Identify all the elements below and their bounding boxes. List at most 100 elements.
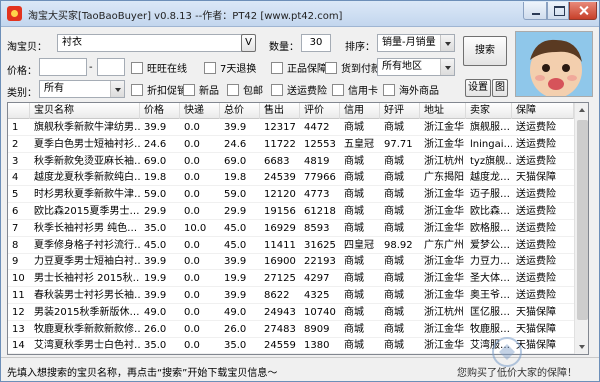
cell-price: 35.0 xyxy=(144,340,167,352)
table-row[interactable]: 13 牧鹿夏秋季新款新款修… 26.0 0.0 26.0 27483 8909 商城 商城 浙江金… xyxy=(8,322,574,338)
search-button[interactable]: 搜索 xyxy=(463,36,507,66)
minimize-button[interactable] xyxy=(523,2,547,20)
cell-total: 59.0 xyxy=(224,189,247,201)
checkbox-box[interactable] xyxy=(227,83,239,96)
cell-rating: 商城 xyxy=(384,122,404,133)
table-row[interactable]: 14 艾湾夏秋季男士白色衬… 35.0 0.0 35.0 24559 1380 商城 商城 浙江金… xyxy=(8,338,574,354)
table-row[interactable]: 6 欧比森2015夏季男士… 29.9 0.0 29.9 19156 61218 商城 商城 浙江… xyxy=(8,204,574,220)
checkbox-box[interactable] xyxy=(325,61,337,74)
checkbox-wangwang-online[interactable]: 旺旺在线 xyxy=(131,60,187,75)
cell-shipping: 0.0 xyxy=(184,273,200,285)
table-row[interactable]: 10 男士长袖衬衫 2015秋… 19.9 0.0 19.9 27125 4297 商城 商城 浙… xyxy=(8,271,574,288)
cell-address: 浙江金华 xyxy=(424,138,464,150)
checkbox-genuine-guarantee[interactable]: 正品保障 xyxy=(271,60,327,75)
column-header-index[interactable] xyxy=(8,103,30,119)
scroll-up-icon[interactable] xyxy=(575,103,588,118)
scroll-thumb[interactable] xyxy=(577,120,588,320)
checkbox-free-shipping[interactable]: 包邮 xyxy=(227,82,263,97)
cell-reviews: 4325 xyxy=(304,290,330,301)
scroll-down-icon[interactable] xyxy=(575,339,588,354)
checkbox-box[interactable] xyxy=(131,83,143,96)
checkbox-label: 送运费险 xyxy=(287,86,327,97)
table-row[interactable]: 7 秋季长袖衬衫男 纯色… 35.0 10.0 45.0 16929 8593 商城 商城 浙江金… xyxy=(8,221,574,237)
cell-rating: 商城 xyxy=(384,323,404,335)
image-button[interactable]: 图 xyxy=(492,79,508,97)
checkbox-box[interactable] xyxy=(204,61,216,74)
checkbox-shipping-insurance[interactable]: 送运费险 xyxy=(271,82,327,97)
checkbox-cash-on-delivery[interactable]: 货到付款 xyxy=(325,60,381,75)
checkbox-overseas[interactable]: 海外商品 xyxy=(383,82,439,97)
table-row[interactable]: 9 力豆夏季男士短袖白衬… 39.9 0.0 39.9 16900 22193 商城 商城 浙江金… xyxy=(8,254,574,271)
quantity-input[interactable]: 30 xyxy=(301,34,331,52)
cell-credit: 商城 xyxy=(344,273,364,285)
cell-credit: 商城 xyxy=(344,256,364,268)
cell-name: 男装2015秋季新版休… xyxy=(34,306,140,318)
column-header-total[interactable]: 总价 xyxy=(220,103,260,119)
cell-price: 26.0 xyxy=(144,323,167,335)
table-row[interactable]: 11 春秋装男士衬衫男长袖… 39.9 0.0 39.9 8622 4325 商城 商城 浙江金华… xyxy=(8,288,574,304)
column-header-price[interactable]: 价格 xyxy=(140,103,180,119)
column-header-credit[interactable]: 信用 xyxy=(340,103,380,119)
category-select[interactable]: 所有 xyxy=(39,80,125,98)
cell-name: 时杉男秋夏季新款牛津… xyxy=(34,189,140,201)
column-header-seller[interactable]: 卖家 xyxy=(466,103,512,119)
checkbox-credit-card[interactable]: 信用卡 xyxy=(332,82,378,97)
table-row[interactable]: 8 夏季修身格子衬衫流行… 45.0 0.0 45.0 11411 31625 四皇冠 98.9… xyxy=(8,238,574,254)
history-v-button[interactable]: V xyxy=(241,34,256,52)
sort-select[interactable]: 销量-月销量 xyxy=(377,34,455,52)
price-max-input[interactable] xyxy=(97,58,125,76)
cell-total: 19.8 xyxy=(224,172,247,184)
cell-shipping: 0.0 xyxy=(184,206,200,217)
cell-address: 浙江金华 xyxy=(424,222,464,234)
column-header-reviews[interactable]: 评价 xyxy=(300,103,340,119)
checkbox-new[interactable]: 新品 xyxy=(183,82,219,97)
table-row[interactable]: 12 男装2015秋季新版休… 49.0 0.0 49.0 24943 10740 商城 商城 浙… xyxy=(8,305,574,321)
results-grid[interactable]: 宝贝名称 价格 快递 总价 售出 评价 信用 好评 地址 卖家 保障 1 旗舰秋季新款牛津纺男… 39.… xyxy=(7,102,589,355)
cell-shipping: 0.0 xyxy=(184,340,200,352)
checkbox-box[interactable] xyxy=(271,83,283,96)
cell-total: 39.9 xyxy=(224,122,247,133)
column-header-rating[interactable]: 好评 xyxy=(380,103,420,119)
checkbox-box[interactable] xyxy=(131,61,143,74)
cell-guarantee: 送运费险 xyxy=(516,206,556,217)
checkbox-discount[interactable]: 折扣促销 xyxy=(131,82,187,97)
cell-shipping: 0.0 xyxy=(184,155,200,167)
table-row[interactable]: 3 秋季新款免烫亚麻长袖… 69.0 0.0 69.0 6683 4819 商城 商城 浙江杭州 t… xyxy=(8,154,574,170)
column-header-guarantee[interactable]: 保障 xyxy=(512,103,574,119)
cell-credit: 商城 xyxy=(344,122,364,133)
cell-rating: 98.92 xyxy=(384,239,413,251)
cell-rating: 商城 xyxy=(384,256,404,268)
maximize-button[interactable] xyxy=(547,2,569,20)
cell-guarantee: 送运费险 xyxy=(516,222,556,234)
column-header-address[interactable]: 地址 xyxy=(420,103,466,119)
column-header-name[interactable]: 宝贝名称 xyxy=(30,103,140,119)
category-label: 类别： xyxy=(7,88,37,99)
table-row[interactable]: 2 夏季白色男士短袖衬衫… 24.6 0.0 24.6 11722 12553 五皇冠 97.7… xyxy=(8,137,574,153)
checkbox-box[interactable] xyxy=(183,83,195,96)
cell-shipping: 0.0 xyxy=(184,189,200,201)
cell-rating: 商城 xyxy=(384,206,404,217)
status-right-text: 您购买了低价大家的保障！ xyxy=(457,368,577,379)
price-min-input[interactable] xyxy=(39,58,87,76)
checkbox-label: 海外商品 xyxy=(399,86,439,97)
table-row[interactable]: 5 时杉男秋夏季新款牛津… 59.0 0.0 59.0 12120 4773 商城 商城 浙江金华… xyxy=(8,187,574,204)
cell-rating: 商城 xyxy=(384,273,404,285)
cell-address: 浙江杭州 xyxy=(424,155,464,167)
checkbox-box[interactable] xyxy=(332,83,344,96)
checkbox-box[interactable] xyxy=(383,83,395,96)
settings-button[interactable]: 设置 xyxy=(465,79,491,97)
cell-index: 1 xyxy=(12,122,19,133)
cell-credit: 商城 xyxy=(344,323,364,335)
region-select[interactable]: 所有地区 xyxy=(377,58,455,76)
checkbox-box[interactable] xyxy=(271,61,283,74)
table-row[interactable]: 4 越度龙夏秋季新款纯白… 19.8 0.0 19.8 24539 77966 商城 商城 广东揭… xyxy=(8,170,574,187)
table-row[interactable]: 1 旗舰秋季新款牛津纺男… 39.9 0.0 39.9 12317 4472 商城 商城 浙江金华… xyxy=(8,120,574,136)
column-header-sold[interactable]: 售出 xyxy=(260,103,300,119)
close-button[interactable] xyxy=(569,2,597,20)
checkbox-7day-return[interactable]: 7天退换 xyxy=(204,60,256,75)
search-input[interactable]: 衬衣 xyxy=(57,34,243,52)
cell-shipping: 0.0 xyxy=(184,239,200,251)
column-header-shipping[interactable]: 快递 xyxy=(180,103,220,119)
vertical-scrollbar[interactable] xyxy=(574,103,588,354)
cell-index: 5 xyxy=(12,189,19,201)
